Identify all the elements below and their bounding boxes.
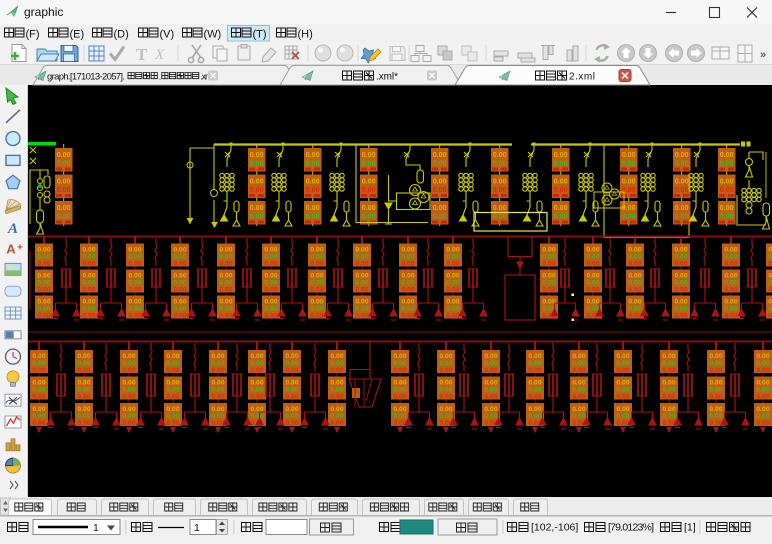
svg-text:1: 1 [194, 522, 200, 534]
svg-text:T: T [136, 45, 148, 64]
svg-text:2.xml: 2.xml [569, 72, 595, 83]
svg-text:(H): (H) [298, 29, 313, 41]
svg-text:»: » [760, 49, 766, 61]
svg-text:(W): (W) [204, 29, 222, 41]
svg-text:graph.[171013-2057].: graph.[171013-2057]. [47, 72, 125, 83]
svg-text:(E): (E) [70, 29, 85, 41]
svg-text:A: A [7, 221, 18, 237]
svg-text:(V): (V) [160, 29, 175, 41]
svg-text:+: + [17, 243, 23, 254]
svg-text:[1]: [1] [684, 522, 696, 534]
svg-text:(T): (T) [253, 29, 267, 41]
svg-text:A: A [6, 242, 16, 257]
svg-text:(D): (D) [114, 29, 129, 41]
svg-text:1: 1 [93, 522, 99, 534]
svg-text:(F): (F) [26, 29, 40, 41]
svg-text:[102,-106]: [102,-106] [531, 522, 578, 534]
svg-text:X: X [154, 47, 165, 63]
svg-text:graphic: graphic [24, 5, 63, 19]
svg-text:.xml*: .xml* [376, 72, 398, 83]
svg-text:.: . [159, 72, 162, 82]
svg-text:[79.0123%]: [79.0123%] [608, 522, 654, 534]
